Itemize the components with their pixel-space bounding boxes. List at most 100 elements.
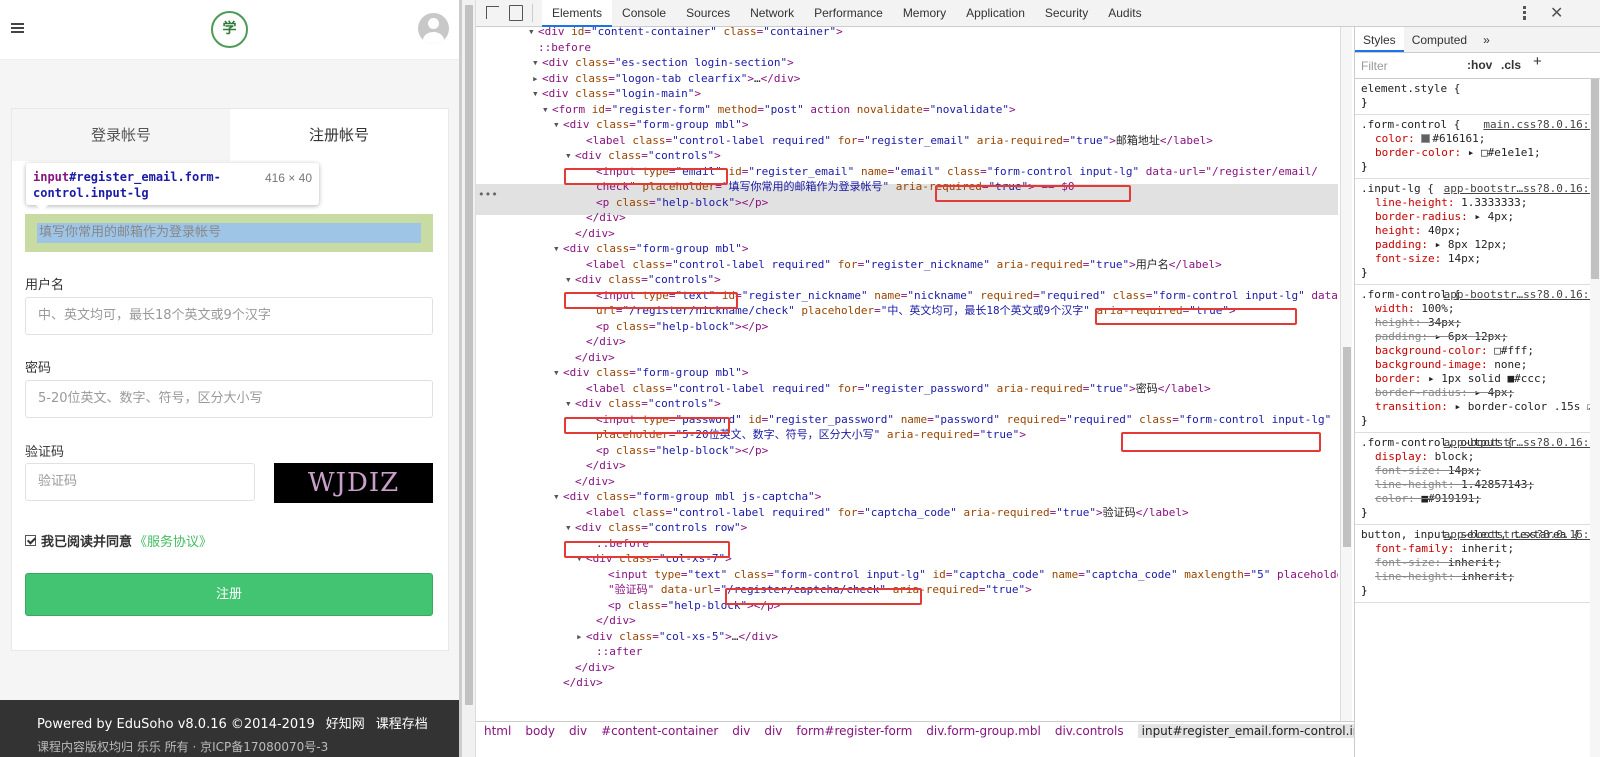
hov-toggle[interactable]: :hov (1467, 58, 1492, 72)
css-declaration[interactable]: padding: ▸ 8px 12px; (1361, 238, 1594, 252)
breadcrumb-item[interactable]: div (732, 724, 750, 738)
tab-security[interactable]: Security (1035, 0, 1098, 27)
dom-node-line[interactable]: <p class="help-block"></p> (596, 195, 768, 211)
footer-link-2[interactable]: 课程存档 (376, 717, 428, 732)
elements-scrollbar[interactable] (1340, 27, 1352, 721)
css-rule[interactable]: button, input, select, textarea {app-boo… (1355, 525, 1600, 603)
css-declaration[interactable]: border-radius: ▸ 4px; (1361, 386, 1594, 400)
password-input[interactable]: 5-20位英文、数字、符号，区分大小写 (25, 380, 433, 418)
css-rule[interactable]: .input-lg {app-bootstr…ss?8.0.16:1 line-h… (1355, 179, 1600, 285)
breadcrumb-item[interactable]: div (569, 724, 587, 738)
dom-node-line[interactable]: </div> (575, 226, 615, 242)
breadcrumb-item[interactable]: #content-container (601, 724, 718, 738)
dom-node-line[interactable]: <input type="text" class="form-control i… (608, 567, 1338, 583)
css-declaration[interactable]: width: 100%; (1361, 302, 1594, 316)
rule-source-link[interactable]: app-bootstr…ss?8.0.16:1 (1444, 182, 1596, 196)
tab-audits[interactable]: Audits (1098, 0, 1151, 27)
css-declaration[interactable]: border: ▸ 1px solid ■#ccc; (1361, 372, 1594, 386)
close-icon[interactable]: ✕ (1550, 3, 1563, 23)
dom-node-line[interactable]: </div> (575, 660, 615, 676)
styles-scrollbar-thumb[interactable] (1591, 79, 1599, 279)
rule-source-link[interactable]: main.css?8.0.16:7 (1483, 118, 1596, 132)
breadcrumb-item[interactable]: html (484, 724, 511, 738)
email-field[interactable]: 填写你常用的邮箱作为登录帐号 (37, 223, 421, 243)
tab-sources[interactable]: Sources (676, 0, 740, 27)
agree-checkbox[interactable] (25, 535, 36, 546)
css-declaration[interactable]: font-family: inherit; (1361, 542, 1594, 556)
node-actions-icon[interactable]: ••• (478, 187, 498, 203)
captcha-input[interactable]: 验证码 (25, 463, 255, 501)
dom-node-line[interactable]: </div> (586, 210, 626, 226)
tab-login[interactable]: 登录帐号 (12, 109, 230, 161)
elements-tree[interactable]: ••• ▸<header class="es-header navbar">…<… (476, 27, 1338, 721)
dom-node-line[interactable]: <label class="control-label required" fo… (586, 257, 1222, 273)
breadcrumb-item[interactable]: body (525, 724, 555, 738)
styles-tab[interactable]: » (1475, 27, 1498, 52)
device-toolbar-icon[interactable] (509, 5, 523, 21)
dom-node-line[interactable]: ▾ <form id="register-form" method="post" … (542, 102, 1016, 118)
css-declaration[interactable]: background-image: none; (1361, 358, 1594, 372)
css-declaration[interactable]: font-size: 14px; (1361, 464, 1594, 478)
dom-node-line[interactable]: ▾ <div class="form-group mbl"> (553, 117, 748, 133)
dom-node-line[interactable]: ▾ <div class="controls"> (565, 272, 721, 288)
css-declaration[interactable]: color: ■#919191; (1361, 492, 1594, 506)
breadcrumb-item[interactable]: div.form-group.mbl (926, 724, 1041, 738)
css-declaration[interactable]: transition: ▸ border-color .15s ☑ease-in… (1361, 400, 1600, 414)
dom-node-line[interactable]: ▾ <div class="controls"> (565, 396, 721, 412)
register-button[interactable]: 注册 (25, 573, 433, 616)
site-logo[interactable]: 学 (211, 11, 248, 48)
css-declaration[interactable]: padding: ▸ 6px 12px; (1361, 330, 1594, 344)
dom-node-line[interactable]: </div> (563, 675, 603, 691)
new-rule-button[interactable]: + (1533, 54, 1542, 69)
more-options-icon[interactable] (1523, 6, 1526, 20)
styles-filter-input[interactable]: Filter (1361, 59, 1388, 73)
breadcrumb-item[interactable]: input#register_email.form-control.input-… (1137, 724, 1354, 738)
css-rule[interactable]: element.style {} (1355, 79, 1600, 115)
dom-node-line[interactable]: <label class="control-label required" fo… (586, 133, 1213, 149)
elements-scrollbar-thumb[interactable] (1343, 347, 1351, 547)
cls-toggle[interactable]: .cls (1501, 58, 1521, 72)
dom-node-line[interactable]: ::before (538, 40, 591, 56)
css-rule[interactable]: .form-control, output {app-bootstr…ss?8.… (1355, 433, 1600, 525)
dom-node-line[interactable]: </div> (575, 350, 615, 366)
tab-memory[interactable]: Memory (893, 0, 956, 27)
dom-node-line[interactable]: <p class="help-block"></p> (596, 443, 768, 459)
tab-elements[interactable]: Elements (542, 0, 613, 27)
inspect-element-icon[interactable] (486, 6, 499, 19)
nickname-input[interactable]: 中、英文均可，最长18个英文或9个汉字 (25, 297, 433, 335)
css-declaration[interactable]: border-radius: ▸ 4px; (1361, 210, 1594, 224)
styles-tab[interactable]: Styles (1355, 27, 1404, 52)
email-field-highlight[interactable]: 填写你常用的邮箱作为登录帐号 (25, 214, 433, 252)
page-scrollbar[interactable] (462, 0, 476, 757)
service-agreement-link[interactable]: 《服务协议》 (134, 531, 212, 550)
css-declaration[interactable]: height: 34px; (1361, 316, 1594, 330)
dom-node-line[interactable]: <label class="control-label required" fo… (586, 505, 1189, 521)
tab-performance[interactable]: Performance (804, 0, 893, 27)
dom-node-line[interactable]: ▸ <div class="logon-tab clearfix">…</div> (532, 71, 800, 87)
css-declaration[interactable]: line-height: 1.42857143; (1361, 478, 1594, 492)
avatar[interactable] (418, 13, 449, 44)
css-declaration[interactable]: display: block; (1361, 450, 1594, 464)
breadcrumb-item[interactable]: div (764, 724, 782, 738)
dom-node-line[interactable]: ▾ <div class="es-section login-section"> (532, 55, 794, 71)
breadcrumb-item[interactable]: form#register-form (796, 724, 912, 738)
dom-node-line[interactable]: ▾ <div class="form-group mbl js-captcha"> (553, 489, 821, 505)
rule-source-link[interactable]: app-bootstr…ss?8.0.16:1 (1444, 288, 1596, 302)
dom-node-line[interactable]: <label class="control-label required" fo… (586, 381, 1211, 397)
css-declaration[interactable]: height: 40px; (1361, 224, 1594, 238)
rule-source-link[interactable]: app-bootstr…ss?8.0.16:1 (1444, 436, 1596, 450)
css-declaration[interactable]: color: #616161; (1361, 132, 1594, 146)
css-rule[interactable]: .form-control {app-bootstr…ss?8.0.16:1 wi… (1355, 285, 1600, 433)
dom-node-line[interactable]: </div> (575, 474, 615, 490)
tab-application[interactable]: Application (956, 0, 1035, 27)
tab-console[interactable]: Console (612, 0, 676, 27)
tab-network[interactable]: Network (740, 0, 804, 27)
breadcrumb-item[interactable]: div.controls (1055, 724, 1124, 738)
menu-icon[interactable] (11, 23, 24, 33)
color-swatch[interactable] (1421, 134, 1431, 143)
dom-node-line[interactable]: ▾ <div class="form-group mbl"> (553, 241, 748, 257)
styles-tab[interactable]: Computed (1404, 27, 1475, 52)
dom-node-line[interactable]: <p class="help-block"></p> (596, 319, 768, 335)
rule-source-link[interactable]: app-bootstr…ss?8.0.16:1 (1444, 528, 1596, 542)
styles-scrollbar[interactable] (1590, 79, 1600, 757)
